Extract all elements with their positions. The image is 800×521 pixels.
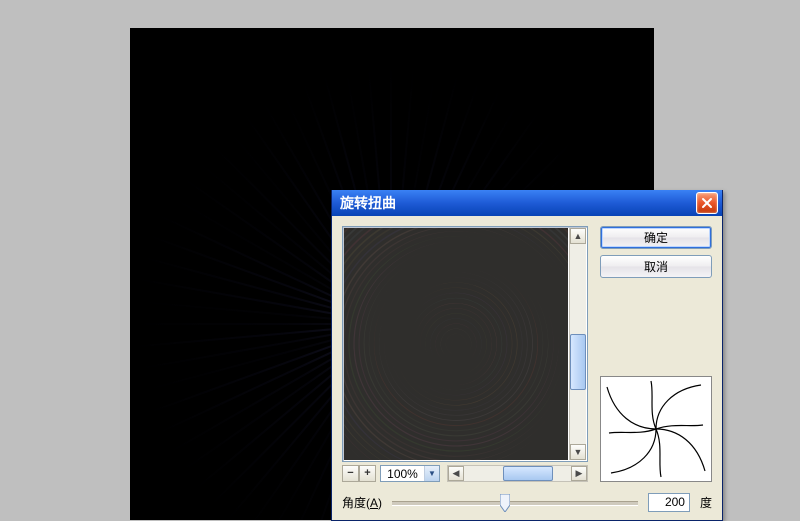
dialog-titlebar[interactable]: 旋转扭曲	[332, 190, 722, 216]
preview-horizontal-scrollbar[interactable]: ◀ ▶	[447, 465, 588, 482]
zoom-in-button[interactable]: +	[359, 465, 376, 482]
filter-preview[interactable]: ▲ ▼	[342, 226, 588, 462]
angle-label: 角度(A)	[342, 494, 382, 511]
scroll-track[interactable]	[570, 244, 586, 444]
slider-thumb[interactable]	[500, 494, 510, 512]
angle-input[interactable]	[648, 493, 690, 512]
zoom-level-select[interactable]: 100% ▼	[380, 465, 440, 482]
ok-button[interactable]: 确定	[600, 226, 712, 249]
close-icon	[701, 197, 713, 209]
chevron-down-icon: ▼	[424, 466, 439, 481]
preview-vertical-scrollbar[interactable]: ▲ ▼	[569, 228, 586, 460]
twirl-filter-dialog: 旋转扭曲 ▲ ▼ − + 100%	[331, 190, 723, 521]
scroll-left-button[interactable]: ◀	[448, 466, 464, 481]
angle-unit: 度	[700, 494, 712, 511]
effect-schematic	[600, 376, 712, 482]
scroll-down-button[interactable]: ▼	[570, 444, 586, 460]
dialog-title: 旋转扭曲	[340, 193, 696, 213]
zoom-out-button[interactable]: −	[342, 465, 359, 482]
scroll-right-button[interactable]: ▶	[571, 466, 587, 481]
cancel-button[interactable]: 取消	[600, 255, 712, 278]
scroll-track[interactable]	[464, 466, 571, 481]
close-button[interactable]	[696, 192, 718, 214]
scroll-up-button[interactable]: ▲	[570, 228, 586, 244]
scroll-thumb[interactable]	[570, 334, 586, 390]
angle-slider[interactable]	[392, 492, 638, 512]
scroll-thumb[interactable]	[503, 466, 553, 481]
zoom-level-value: 100%	[381, 467, 424, 481]
